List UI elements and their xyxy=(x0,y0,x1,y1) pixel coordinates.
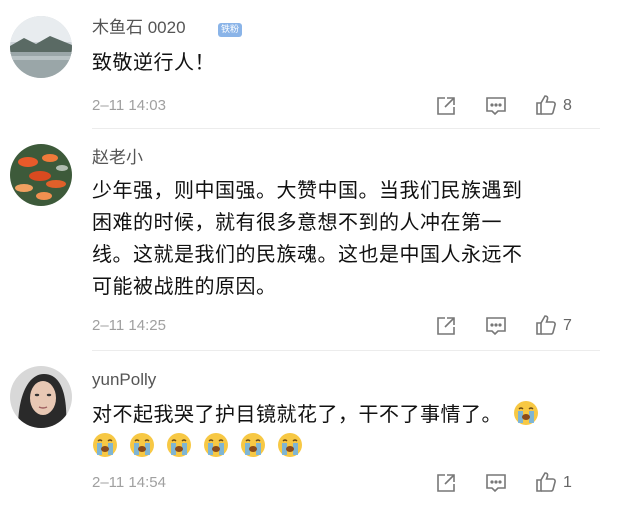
share-icon[interactable] xyxy=(434,94,458,118)
crying-face-emoji xyxy=(166,432,192,458)
comment-line: 线。这就是我们的民族魂。这也是中国人永远不 xyxy=(92,242,523,266)
comment-item: 赵老小 少年强，则中国强。大赞中国。当我们民族遇到 困难的时候，就有很多意想不到… xyxy=(0,130,640,345)
username[interactable]: 木鱼石 0020 xyxy=(92,17,186,39)
like-count: 1 xyxy=(563,474,572,491)
divider xyxy=(92,350,600,351)
like-count: 7 xyxy=(563,317,572,334)
emoji-row xyxy=(92,432,309,464)
fan-badge: 铁粉 xyxy=(218,23,243,37)
share-icon[interactable] xyxy=(434,471,458,495)
comment-text: 对不起我哭了护目镜就花了，干不了事情了。 xyxy=(92,398,592,430)
comment-line: 对不起我哭了护目镜就花了，干不了事情了。 xyxy=(92,402,502,426)
username[interactable]: 赵老小 xyxy=(92,147,143,169)
comment-text: 致敬逆行人！ xyxy=(92,50,215,74)
username[interactable]: yunPolly xyxy=(92,369,156,391)
timestamp: 2–11 14:03 xyxy=(92,97,166,114)
thumbs-up-icon[interactable] xyxy=(534,470,558,494)
reply-icon[interactable] xyxy=(484,471,508,495)
share-icon[interactable] xyxy=(434,314,458,338)
comment-item: 木鱼石 0020 铁粉 致敬逆行人！ 2–11 14:03 8 xyxy=(0,0,640,125)
comment-text: 少年强，则中国强。大赞中国。当我们民族遇到 困难的时候，就有很多意想不到的人冲在… xyxy=(92,174,592,302)
crying-face-emoji xyxy=(513,400,539,426)
crying-face-emoji xyxy=(129,432,155,458)
avatar[interactable] xyxy=(10,16,72,78)
crying-face-emoji xyxy=(240,432,266,458)
comment-line: 可能被战胜的原因。 xyxy=(92,274,277,298)
like-count: 8 xyxy=(563,97,572,114)
thumbs-up-icon[interactable] xyxy=(534,93,558,117)
thumbs-up-icon[interactable] xyxy=(534,313,558,337)
timestamp: 2–11 14:54 xyxy=(92,474,166,491)
divider xyxy=(92,128,600,129)
avatar[interactable] xyxy=(10,144,72,206)
crying-face-emoji xyxy=(277,432,303,458)
comment-item: yunPolly 对不起我哭了护目镜就花了，干不了事情了。 2–11 14:54… xyxy=(0,352,640,510)
crying-face-emoji xyxy=(92,432,118,458)
avatar[interactable] xyxy=(10,366,72,428)
timestamp: 2–11 14:25 xyxy=(92,317,166,334)
reply-icon[interactable] xyxy=(484,94,508,118)
comment-line: 少年强，则中国强。大赞中国。当我们民族遇到 xyxy=(92,178,523,202)
comment-line: 困难的时候，就有很多意想不到的人冲在第一 xyxy=(92,210,502,234)
reply-icon[interactable] xyxy=(484,314,508,338)
crying-face-emoji xyxy=(203,432,229,458)
